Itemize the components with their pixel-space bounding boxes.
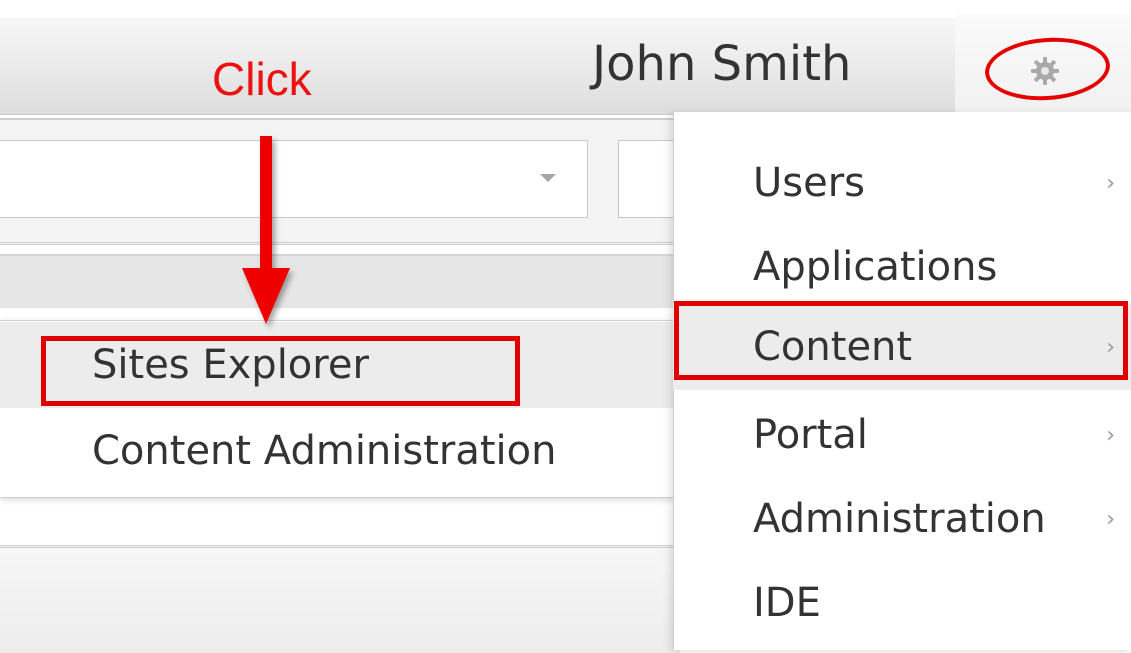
chevron-right-icon: › — [1106, 506, 1115, 532]
menu-item-applications[interactable]: Applications — [673, 224, 1131, 310]
menu-item-label: Users — [753, 160, 866, 206]
menu-item-ide[interactable]: IDE — [673, 560, 1131, 646]
menu-item-portal[interactable]: Portal › — [673, 392, 1131, 478]
menu-item-label: Portal — [753, 412, 868, 458]
content-highlight-box — [674, 301, 1128, 380]
chevron-right-icon: › — [1106, 170, 1115, 196]
menu-item-administration[interactable]: Administration › — [673, 476, 1131, 562]
menu-item-users[interactable]: Users › — [673, 140, 1131, 226]
menu-item-label: Administration — [753, 496, 1046, 542]
menu-item-label: IDE — [753, 580, 821, 626]
chevron-right-icon: › — [1106, 422, 1115, 448]
menu-item-label: Applications — [753, 244, 998, 290]
